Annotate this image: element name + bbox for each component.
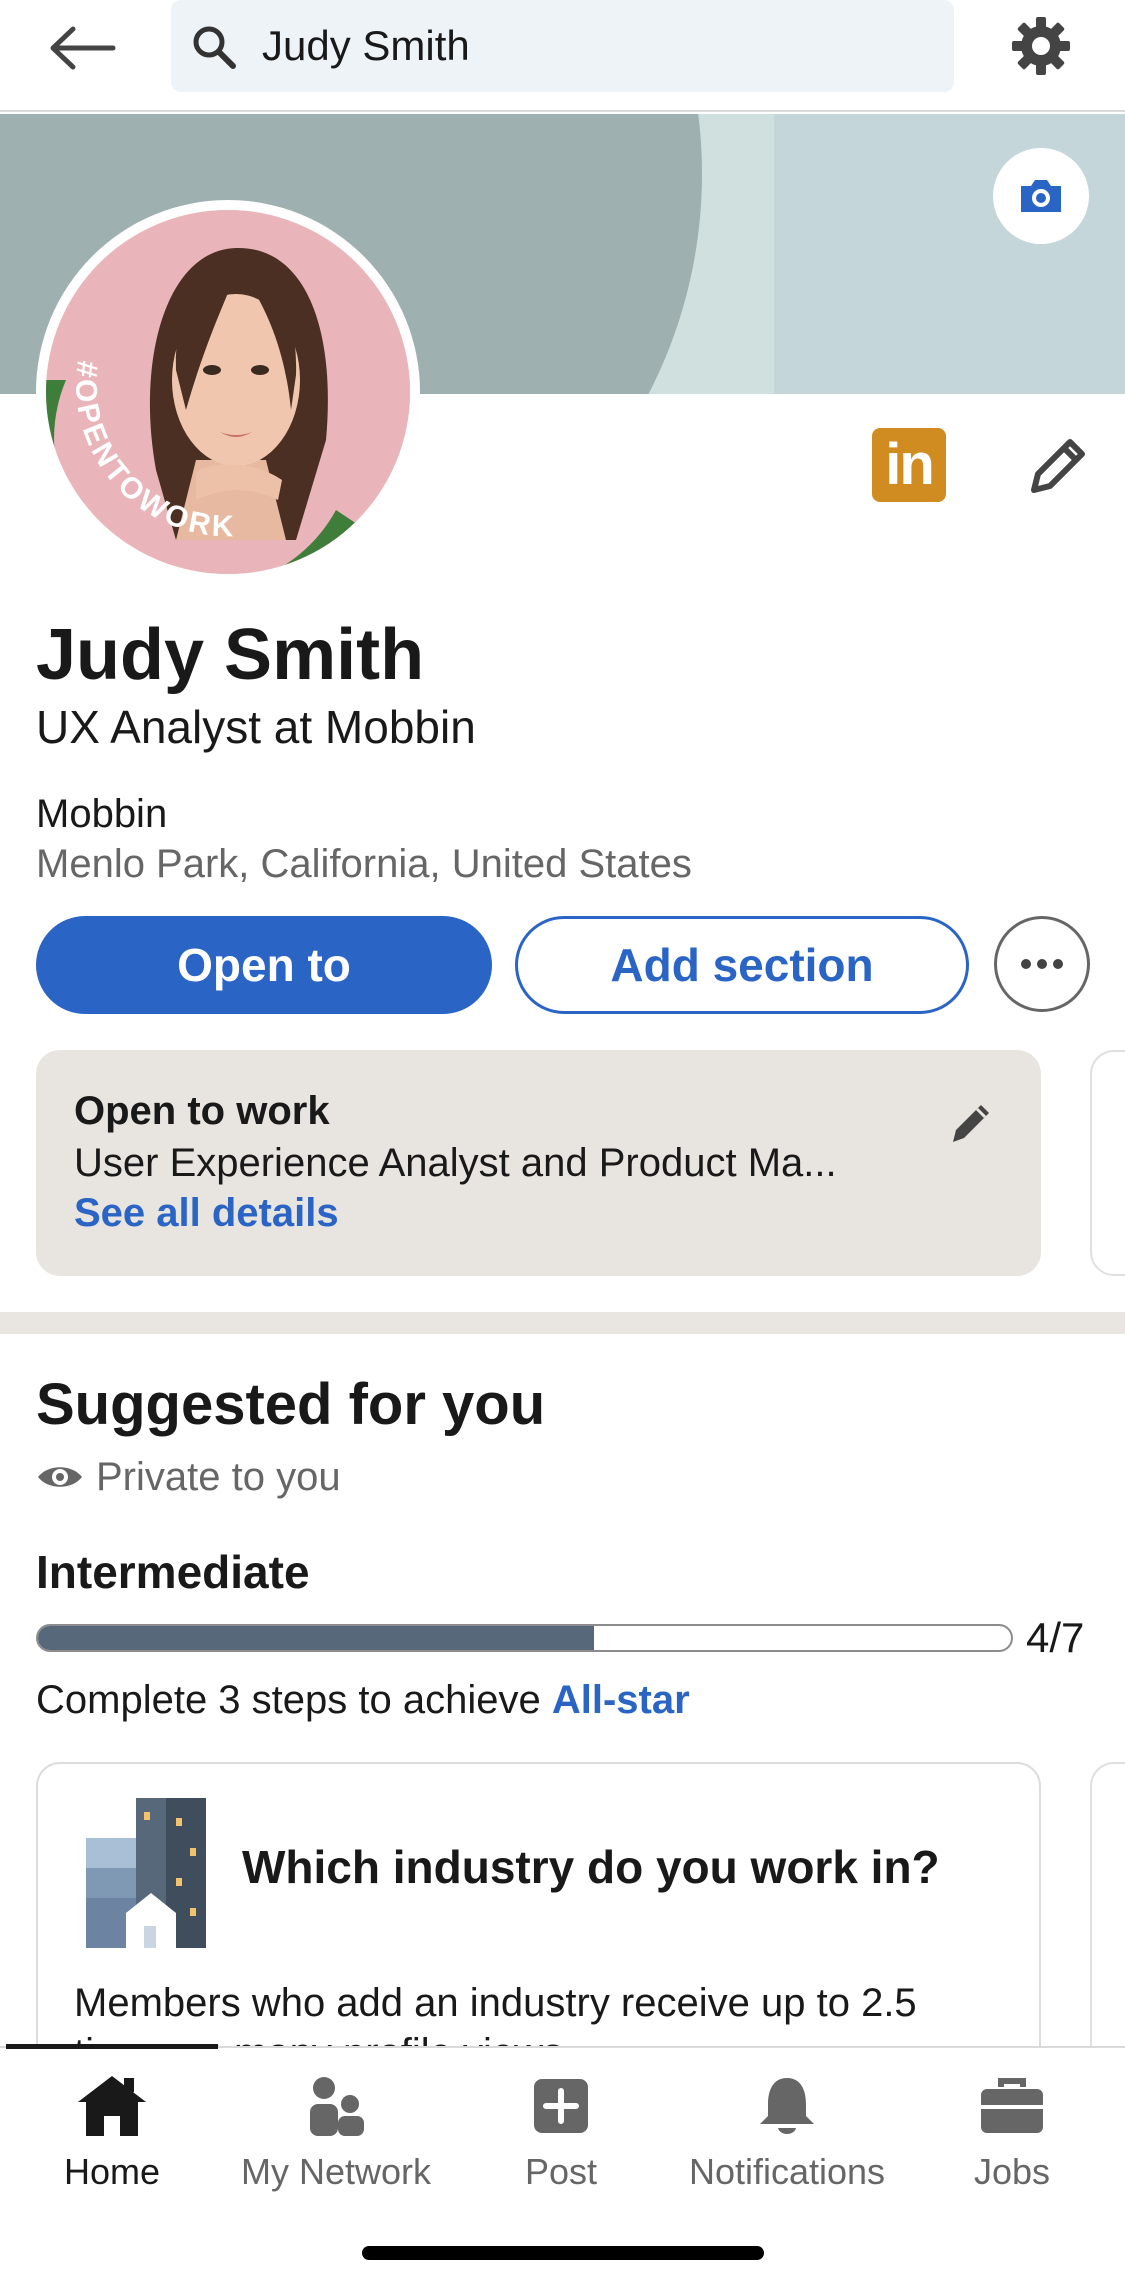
camera-icon (1021, 180, 1061, 212)
pencil-icon (1031, 439, 1085, 493)
next-card-peek[interactable] (1090, 1050, 1125, 1276)
people-icon (310, 2077, 364, 2136)
industry-question: Which industry do you work in? (242, 1841, 940, 1893)
profile-company[interactable]: Mobbin (36, 790, 167, 838)
plus-square-icon (534, 2079, 588, 2133)
edit-cover-button[interactable] (993, 148, 1089, 244)
see-all-details-link[interactable]: See all details (74, 1190, 339, 1236)
active-tab-indicator (6, 2044, 218, 2049)
privacy-note: Private to you (36, 1452, 341, 1502)
open-to-work-description: User Experience Analyst and Product Ma..… (74, 1141, 837, 1185)
open-to-work-card[interactable]: Open to work User Experience Analyst and… (36, 1050, 1041, 1276)
top-bar: Judy Smith (0, 0, 1125, 112)
open-to-button[interactable]: Open to (36, 916, 492, 1014)
cover-shape (774, 114, 1125, 394)
nav-jobs-label: Jobs (973, 2151, 1051, 2192)
edit-open-to-work-button[interactable] (941, 1096, 997, 1152)
arrow-left-icon (50, 26, 116, 70)
search-query: Judy Smith (262, 22, 470, 69)
linkedin-logo-icon[interactable]: in (872, 428, 946, 502)
home-indicator (362, 2246, 764, 2260)
portrait-illustration: #OPENTOWORK (46, 210, 410, 574)
nav-notifications-label: Notifications (688, 2151, 886, 2192)
nav-home-label: Home (63, 2151, 161, 2192)
buildings-illustration (86, 1798, 206, 1948)
nav-my-network[interactable]: My Network (226, 2066, 446, 2206)
nav-notifications[interactable]: Notifications (677, 2066, 897, 2206)
add-section-button[interactable]: Add section (515, 916, 969, 1014)
nav-jobs[interactable]: Jobs (902, 2066, 1122, 2206)
search-bar[interactable]: Judy Smith (171, 0, 954, 92)
bell-icon (760, 2078, 814, 2134)
nav-post-label: Post (524, 2151, 598, 2192)
open-to-work-title: Open to work (74, 1089, 330, 1133)
profile-progress-count: 4/7 (1026, 1614, 1085, 1661)
all-star-link[interactable]: All-star (552, 1678, 690, 1722)
home-icon (78, 2076, 146, 2136)
profile-name: Judy Smith (36, 615, 425, 695)
ellipsis-icon (1021, 959, 1063, 969)
section-divider (0, 1312, 1125, 1334)
nav-post[interactable]: Post (451, 2066, 671, 2206)
briefcase-icon (981, 2078, 1043, 2133)
profile-headline: UX Analyst at Mobbin (36, 701, 476, 753)
search-icon (193, 26, 236, 69)
privacy-label: Private to you (96, 1455, 341, 1499)
steps-text: Complete 3 steps to achieve All-star (36, 1676, 690, 1724)
suggested-title: Suggested for you (36, 1372, 546, 1437)
gear-icon (1012, 17, 1070, 75)
avatar: #OPENTOWORK (46, 210, 410, 574)
profile-photo[interactable]: #OPENTOWORK (36, 200, 420, 584)
nav-home[interactable]: Home (2, 2066, 222, 2206)
profile-level: Intermediate (36, 1546, 310, 1598)
steps-prefix: Complete 3 steps to achieve (36, 1678, 552, 1722)
settings-button[interactable] (1005, 12, 1077, 80)
eye-icon (38, 1467, 82, 1487)
profile-progress-bar (36, 1624, 1013, 1652)
more-actions-button[interactable] (994, 916, 1090, 1012)
nav-my-network-label: My Network (240, 2151, 432, 2192)
profile-progress-fill (38, 1626, 594, 1650)
back-button[interactable] (44, 18, 120, 78)
pencil-icon (953, 1105, 989, 1142)
edit-profile-button[interactable] (1020, 432, 1092, 504)
profile-location: Menlo Park, California, United States (36, 842, 692, 886)
